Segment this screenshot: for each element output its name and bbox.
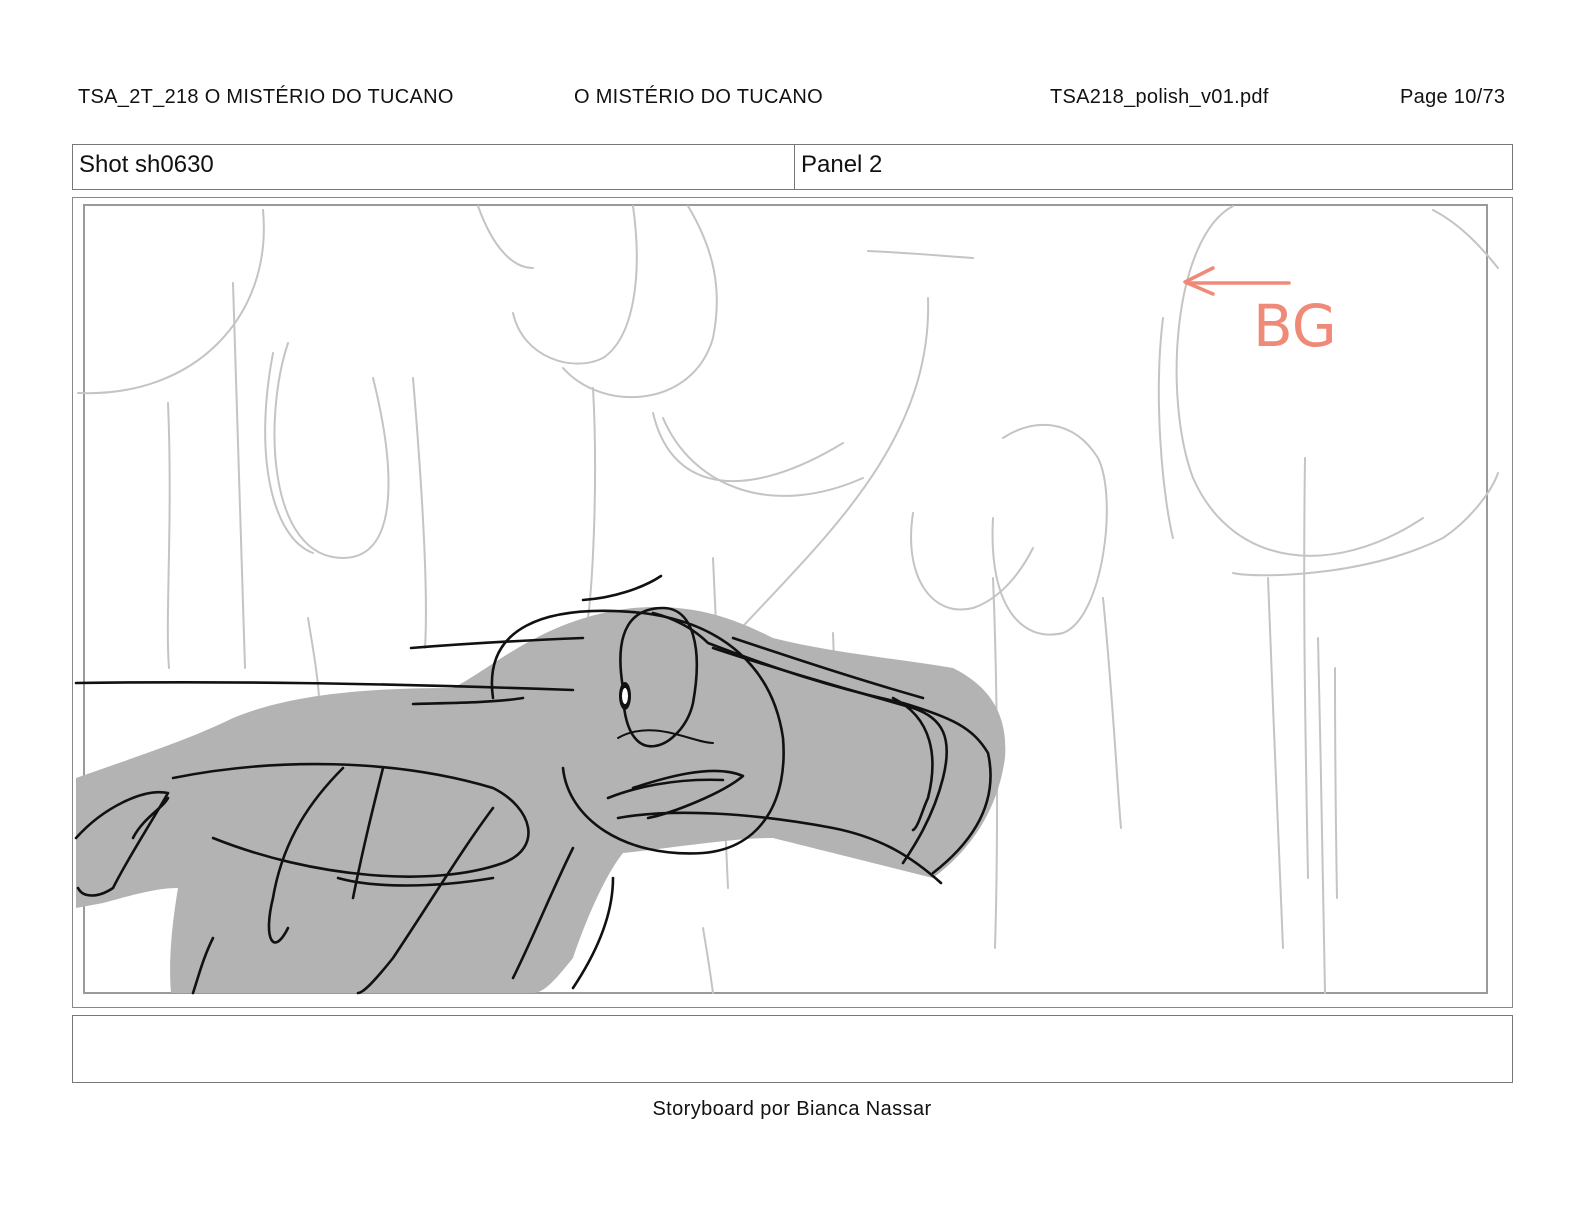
center-title: O MISTÉRIO DO TUCANO (574, 86, 823, 108)
storyboard-panel-frame: BG (72, 197, 1513, 1008)
bg-annotation-text: BG (1253, 292, 1337, 360)
panel-label: Panel 2 (801, 151, 883, 178)
episode-title: TSA_2T_218 O MISTÉRIO DO TUCANO (78, 86, 454, 108)
page-number: Page 10/73 (1400, 86, 1506, 108)
shot-label: Shot sh0630 (73, 145, 795, 189)
caption-box (72, 1015, 1513, 1083)
character-eye-highlight (622, 688, 628, 704)
character-fill (76, 607, 1006, 993)
file-name: TSA218_polish_v01.pdf (1050, 86, 1269, 108)
shot-info-bar: Shot sh0630 Panel 2 (72, 144, 1513, 190)
bg-arrow-annotation (1183, 266, 1291, 296)
storyboard-sketch: BG (74, 204, 1499, 995)
storyboard-credit: Storyboard por Bianca Nassar (652, 1098, 932, 1120)
